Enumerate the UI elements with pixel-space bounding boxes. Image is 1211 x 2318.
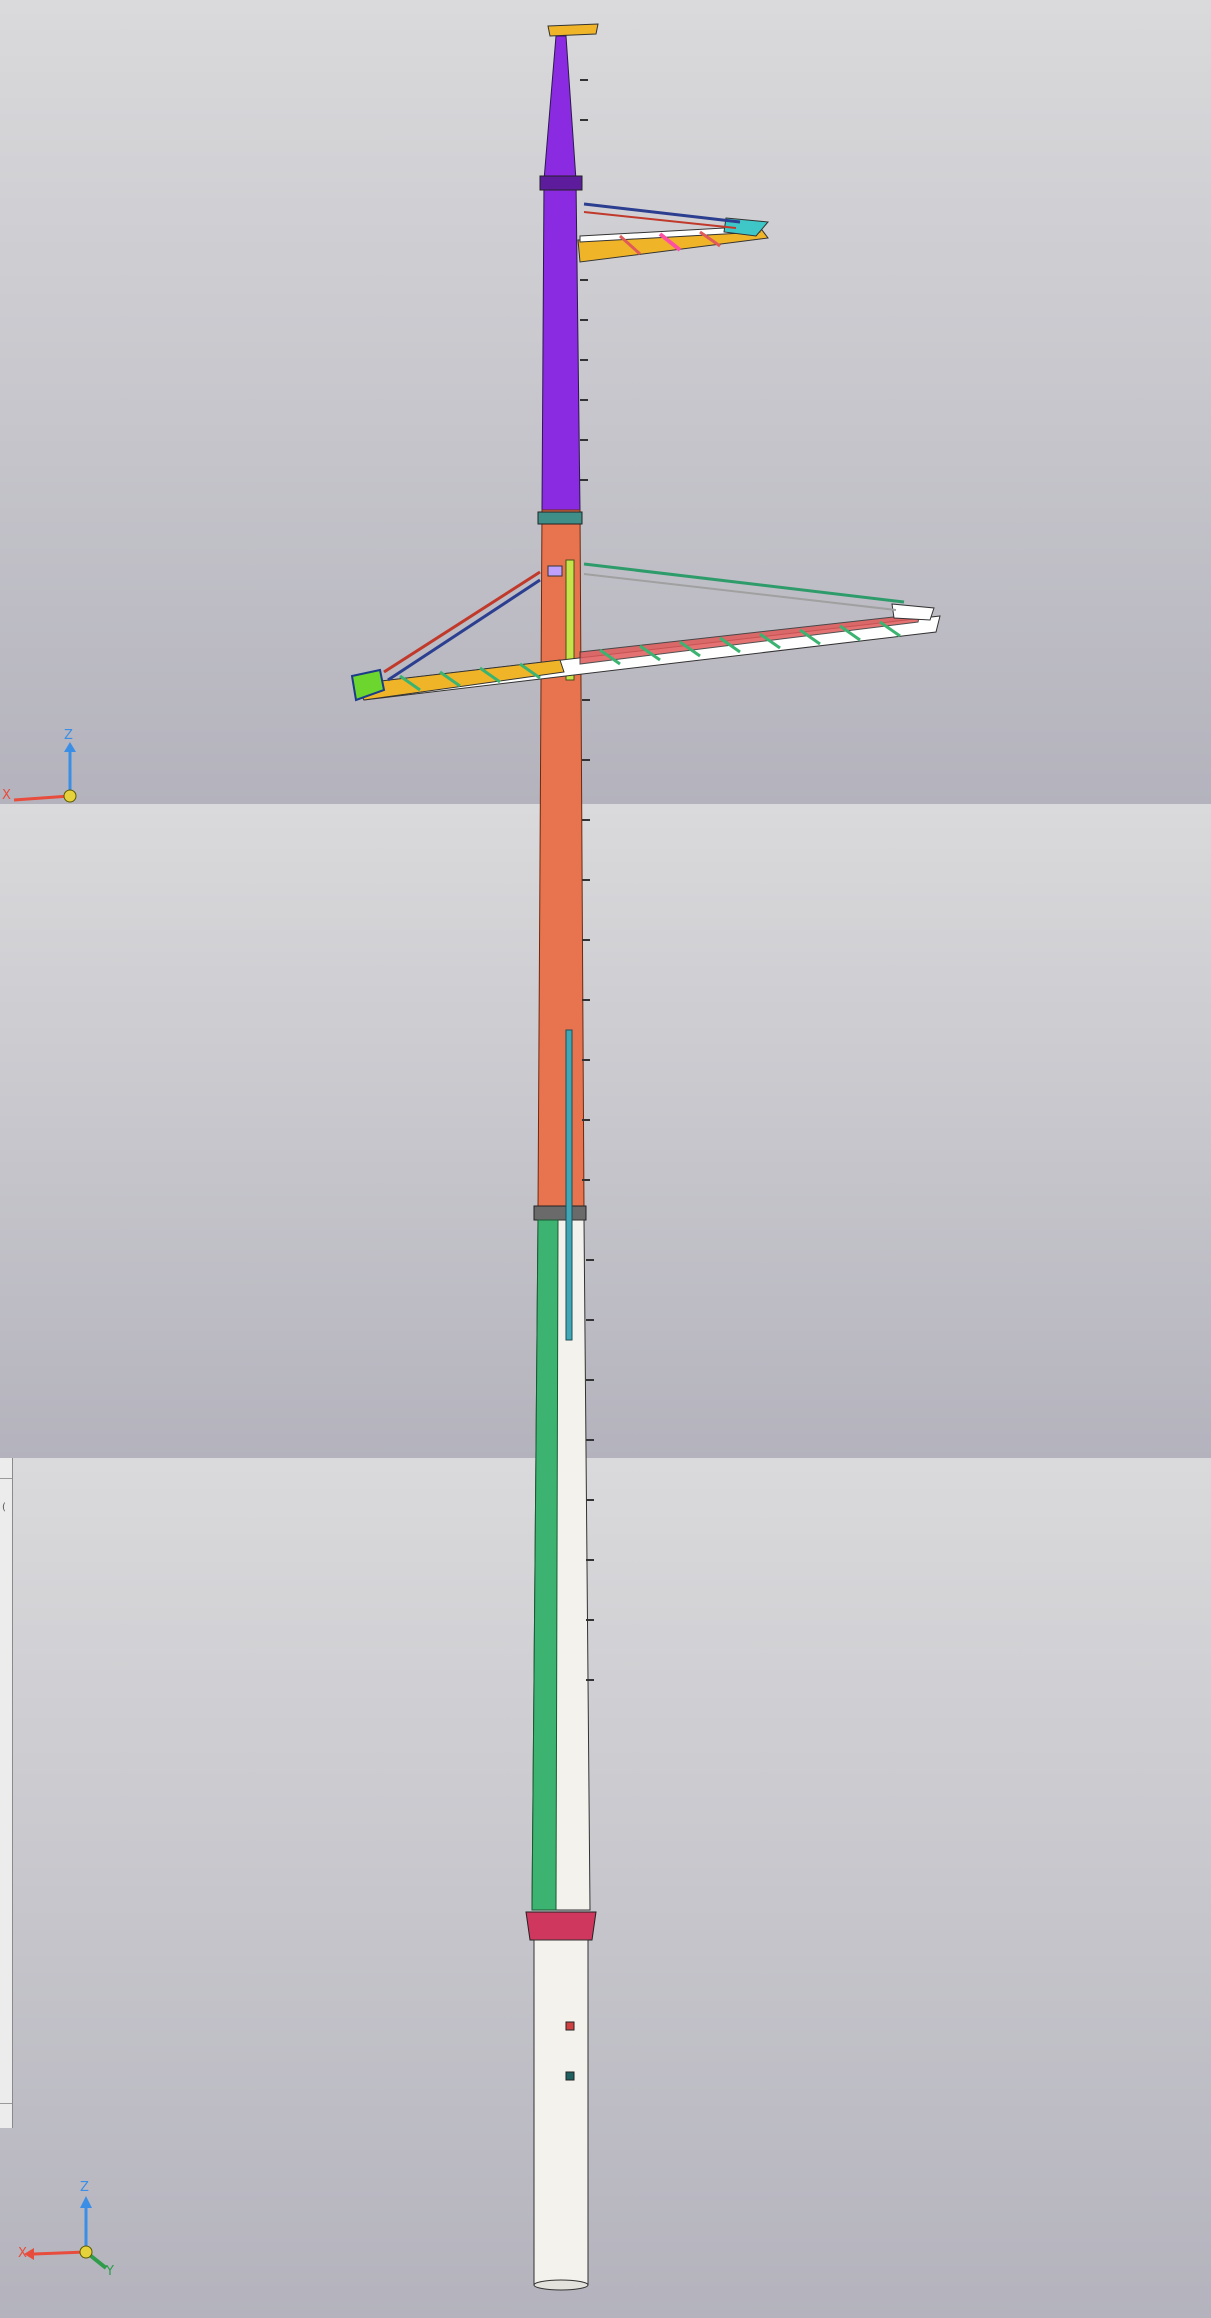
top-cap-plate xyxy=(547,23,599,37)
main-crossarm xyxy=(350,562,941,702)
cable-tray xyxy=(565,1029,573,1341)
axis-triad-top: Z X xyxy=(0,728,90,804)
upper-mast-section xyxy=(541,35,581,511)
axis-label-y: Y xyxy=(106,2264,114,2279)
mast-flange xyxy=(533,1205,587,1221)
upper-crossarm xyxy=(577,202,770,263)
pole-3d-model[interactable] xyxy=(0,0,1211,2318)
axis-label-z: Z xyxy=(64,728,73,743)
base-ring xyxy=(525,1911,597,1941)
upper-mast-flange xyxy=(539,175,583,191)
base-bottom xyxy=(533,2279,589,2291)
lower-mast-green-face xyxy=(531,1219,559,1911)
axis-triad-bottom: Z X Y xyxy=(14,2180,124,2280)
base-hatch xyxy=(565,2021,575,2031)
mast-flange xyxy=(537,511,583,525)
base-cylinder xyxy=(533,1939,589,2286)
axis-label-z: Z xyxy=(80,2180,89,2195)
base-hatch xyxy=(565,2071,575,2081)
axis-label-x: X xyxy=(18,2246,27,2261)
middle-mast-section xyxy=(537,509,585,1211)
axis-triad-icon xyxy=(13,742,77,803)
axis-label-x: X xyxy=(2,788,11,803)
